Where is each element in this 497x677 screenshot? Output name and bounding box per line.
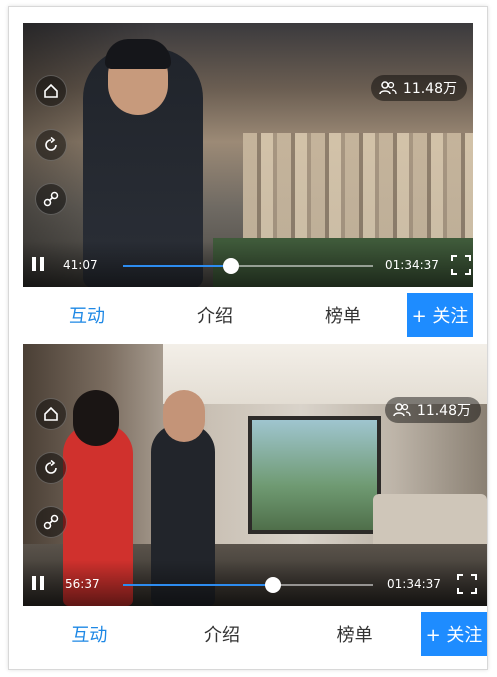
- share-link-icon: [43, 191, 59, 207]
- pause-button[interactable]: [31, 257, 47, 273]
- building-models: [243, 133, 473, 253]
- home-button[interactable]: [35, 75, 67, 107]
- player-controls: 56:37 01:34:37: [23, 560, 487, 606]
- viewer-count-badge: 11.48万: [370, 75, 467, 101]
- video-player[interactable]: 11.48万 41:07 01:34:37: [23, 23, 473, 287]
- home-button[interactable]: [35, 398, 67, 430]
- live-stream-card-1: 11.48万 41:07 01:34:37 互动 介绍 榜单 + 关注: [23, 23, 473, 340]
- duration: 01:34:37: [385, 258, 439, 272]
- share-link-button[interactable]: [35, 506, 67, 538]
- tab-ranking[interactable]: 榜单: [279, 302, 407, 328]
- refresh-button[interactable]: [35, 452, 67, 484]
- refresh-icon: [45, 137, 57, 151]
- home-icon: [44, 83, 58, 98]
- viewer-count-badge: 11.48万: [384, 397, 481, 423]
- viewers-icon: [393, 403, 411, 417]
- follow-button[interactable]: + 关注: [421, 612, 487, 656]
- current-time: 41:07: [63, 258, 98, 272]
- video-player[interactable]: 11.48万 56:37 01:34:37: [23, 344, 487, 606]
- fullscreen-icon[interactable]: [457, 574, 477, 594]
- duration: 01:34:37: [387, 577, 441, 591]
- refresh-button[interactable]: [35, 129, 67, 161]
- man-head: [163, 390, 205, 442]
- progress-slider[interactable]: [123, 577, 373, 593]
- refresh-icon: [45, 460, 57, 474]
- progress-fill: [123, 584, 273, 586]
- progress-slider[interactable]: [123, 258, 373, 274]
- woman-head: [73, 390, 119, 446]
- home-icon: [44, 406, 58, 421]
- tab-bar: 互动 介绍 榜单 + 关注: [23, 612, 487, 656]
- follow-button[interactable]: + 关注: [407, 293, 473, 337]
- tab-ranking[interactable]: 榜单: [288, 621, 421, 647]
- window-view: [248, 416, 381, 534]
- tab-introduction[interactable]: 介绍: [151, 302, 279, 328]
- fullscreen-icon[interactable]: [451, 255, 471, 275]
- tab-introduction[interactable]: 介绍: [156, 621, 289, 647]
- player-controls: 41:07 01:34:37: [23, 241, 473, 287]
- tab-interaction[interactable]: 互动: [23, 621, 156, 647]
- live-stream-card-2: 11.48万 56:37 01:34:37 互动 介绍 榜单 + 关注: [23, 344, 487, 656]
- tab-bar: 互动 介绍 榜单 + 关注: [23, 293, 473, 337]
- share-link-button[interactable]: [35, 183, 67, 215]
- presenter-hair: [105, 39, 171, 69]
- share-link-icon: [43, 514, 59, 530]
- progress-knob[interactable]: [265, 577, 281, 593]
- screenshot-frame: 11.48万 41:07 01:34:37 互动 介绍 榜单 + 关注 11.4…: [8, 6, 488, 670]
- current-time: 56:37: [65, 577, 100, 591]
- viewers-icon: [379, 81, 397, 95]
- progress-fill: [123, 265, 231, 267]
- ceiling: [163, 344, 487, 404]
- pause-button[interactable]: [31, 576, 47, 592]
- viewer-count: 11.48万: [402, 81, 457, 97]
- progress-knob[interactable]: [222, 258, 239, 274]
- tab-interaction[interactable]: 互动: [23, 302, 151, 328]
- viewer-count: 11.48万: [416, 403, 471, 419]
